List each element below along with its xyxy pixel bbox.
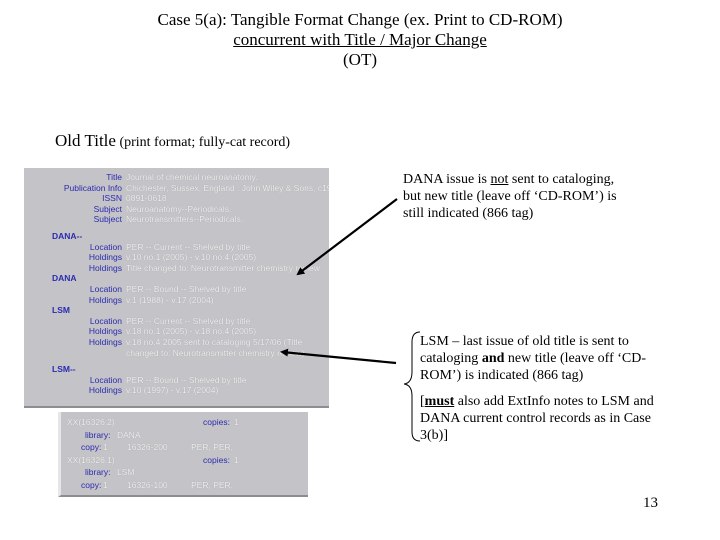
- old-title-label: Old Title: [55, 131, 116, 150]
- section-heading: LSM: [52, 305, 70, 316]
- item-id: XX(16326.2): [67, 417, 115, 427]
- item-location: PER, PER,: [191, 442, 234, 452]
- field-value: Chichester, Sussex, England : John Wiley…: [126, 182, 329, 193]
- field-value-continuation: changed to: Neurotransmitter chemistry r…: [126, 347, 305, 358]
- title-line-1: Case 5(a): Tangible Format Change (ex. P…: [157, 10, 563, 29]
- note-text: DANA issue is: [403, 172, 491, 187]
- slide-title: Case 5(a): Tangible Format Change (ex. P…: [0, 10, 720, 70]
- record-field: ISSN 0891-0618: [24, 193, 329, 204]
- old-title-heading: Old Title (print format; fully-cat recor…: [55, 131, 290, 151]
- holding-row: Holdings v.10 no.1 (2005) - v.10 no.4 (20…: [24, 252, 329, 263]
- field-value: Neuroanatomy--Periodicals.: [126, 203, 232, 214]
- section-heading: DANA: [52, 273, 77, 284]
- old-title-subtitle: (print format; fully-cat record): [115, 135, 291, 150]
- field-value: PER -- Bound -- Shelved by title: [126, 283, 247, 294]
- library-name: DANA: [117, 429, 141, 440]
- field-value: 0891-0618: [126, 193, 167, 204]
- field-label: Holdings: [88, 262, 122, 273]
- item-id: XX(16326.1): [67, 454, 115, 465]
- record-field: Subject Neuroanatomy--Periodicals.: [24, 204, 329, 215]
- field-label: Location: [89, 241, 122, 252]
- library-label: library:: [85, 467, 111, 477]
- page-number: 13: [643, 495, 658, 511]
- barcode: 16326-200: [127, 442, 168, 452]
- barcode: 16326-100: [127, 479, 168, 490]
- record-field: Subject Neurotransmitters--Periodicals.: [24, 214, 329, 225]
- holding-row: Location PER -- Bound -- Shelved by title: [24, 284, 329, 295]
- note-emphasis: must: [424, 394, 455, 409]
- field-label: Subject: [93, 214, 122, 225]
- title-line-2: concurrent with Title / Major Change: [233, 30, 487, 49]
- holding-row: Holdings v.18 no.1 (2005) - v.18 no.4 (20…: [24, 326, 329, 337]
- copy-number: 1: [103, 479, 108, 490]
- holding-row: Location PER -- Current -- Shelved by tit…: [24, 242, 329, 253]
- library-label: library:: [85, 429, 111, 440]
- field-value: Journal of chemical neuroanatomy.: [126, 172, 258, 182]
- item-id-row: XX(16326.2) copies: 1: [61, 416, 308, 429]
- copy-row: copy: 1 16326-200 PER, PER,: [61, 441, 308, 454]
- holding-row: Holdings Title changed to: Neurotransmitt…: [24, 263, 329, 274]
- library-row: library: DANA: [61, 429, 308, 442]
- field-value: PER -- Current -- Shelved by title: [126, 315, 251, 326]
- field-label: Title: [106, 172, 122, 182]
- field-label: Holdings: [88, 385, 122, 396]
- field-value: v.18 no.1 (2005) - v.18 no.4 (2005): [126, 326, 257, 337]
- catalog-record-screenshot: Title Journal of chemical neuroanatomy. P…: [24, 168, 329, 408]
- record-field: Publication Info Chichester, Sussex, Engl…: [24, 183, 329, 194]
- field-value: Neurotransmitters--Periodicals.: [126, 214, 244, 225]
- field-value: v.10 no.1 (2005) - v.10 no.4 (2005): [126, 252, 257, 263]
- copy-number: 1: [103, 442, 108, 452]
- title-line-3: (OT): [343, 50, 377, 69]
- copy-label: copy:: [81, 479, 102, 490]
- section-heading: LSM--: [52, 364, 76, 375]
- note-text: also add ExtInfo notes to LSM and DANA c…: [420, 394, 654, 443]
- copies-count: 1: [234, 417, 239, 427]
- field-value: PER -- Current -- Shelved by title: [126, 241, 251, 252]
- holding-row: Holdings v.1 (1988) - v.17 (2004): [24, 295, 329, 306]
- field-value: v.18 no.4 2005 sent to cataloging 5/17/0…: [126, 336, 303, 347]
- field-label: Holdings: [88, 336, 122, 347]
- field-value: PER -- Bound -- Shelved by title: [126, 374, 247, 385]
- copy-label: copy:: [81, 442, 102, 452]
- holding-row: Holdings v.18 no.4 2005 sent to catalogin…: [24, 337, 329, 348]
- field-label: Publication Info: [63, 182, 122, 193]
- copies-label: copies:: [203, 417, 230, 427]
- field-label: Location: [89, 374, 122, 385]
- library-row: library: LSM: [61, 466, 308, 479]
- record-field: Title Journal of chemical neuroanatomy.: [24, 172, 329, 183]
- copy-row: copy: 1 16326-100 PER, PER,: [61, 479, 308, 492]
- note-emphasis: not: [490, 172, 509, 187]
- copies-label: copies:: [203, 454, 230, 465]
- field-label: Holdings: [88, 252, 122, 263]
- note-lsm: LSM – last issue of old title is sent to…: [420, 333, 660, 384]
- curly-brace: [403, 331, 421, 442]
- item-holdings-box: XX(16326.2) copies: 1 library: DANA copy…: [58, 412, 308, 497]
- library-name: LSM: [117, 467, 135, 477]
- item-location: PER, PER,: [191, 479, 234, 490]
- note-extinfo: [must also add ExtInfo notes to LSM and …: [420, 393, 660, 444]
- field-label: Holdings: [88, 326, 122, 337]
- section-heading: DANA--: [52, 230, 83, 241]
- field-label: Holdings: [88, 294, 122, 305]
- holding-row: Location PER -- Current -- Shelved by tit…: [24, 316, 329, 327]
- copies-count: 1: [234, 454, 239, 465]
- field-value: Title changed to: Neurotransmitter chemi…: [126, 262, 320, 273]
- holding-row: Holdings v.10 (1997) - v.17 (2004): [24, 385, 329, 396]
- note-emphasis: and: [481, 351, 505, 366]
- field-value: v.1 (1988) - v.17 (2004): [126, 294, 214, 305]
- field-label: Location: [89, 315, 122, 326]
- field-label: Subject: [93, 203, 122, 214]
- note-dana: DANA issue is not sent to cataloging, bu…: [403, 171, 628, 222]
- field-label: ISSN: [102, 193, 122, 204]
- field-label: Location: [89, 283, 122, 294]
- holding-row: Location PER -- Bound -- Shelved by title: [24, 375, 329, 386]
- item-id-row: XX(16326.1) copies: 1: [61, 454, 308, 467]
- field-value: v.10 (1997) - v.17 (2004): [126, 385, 219, 396]
